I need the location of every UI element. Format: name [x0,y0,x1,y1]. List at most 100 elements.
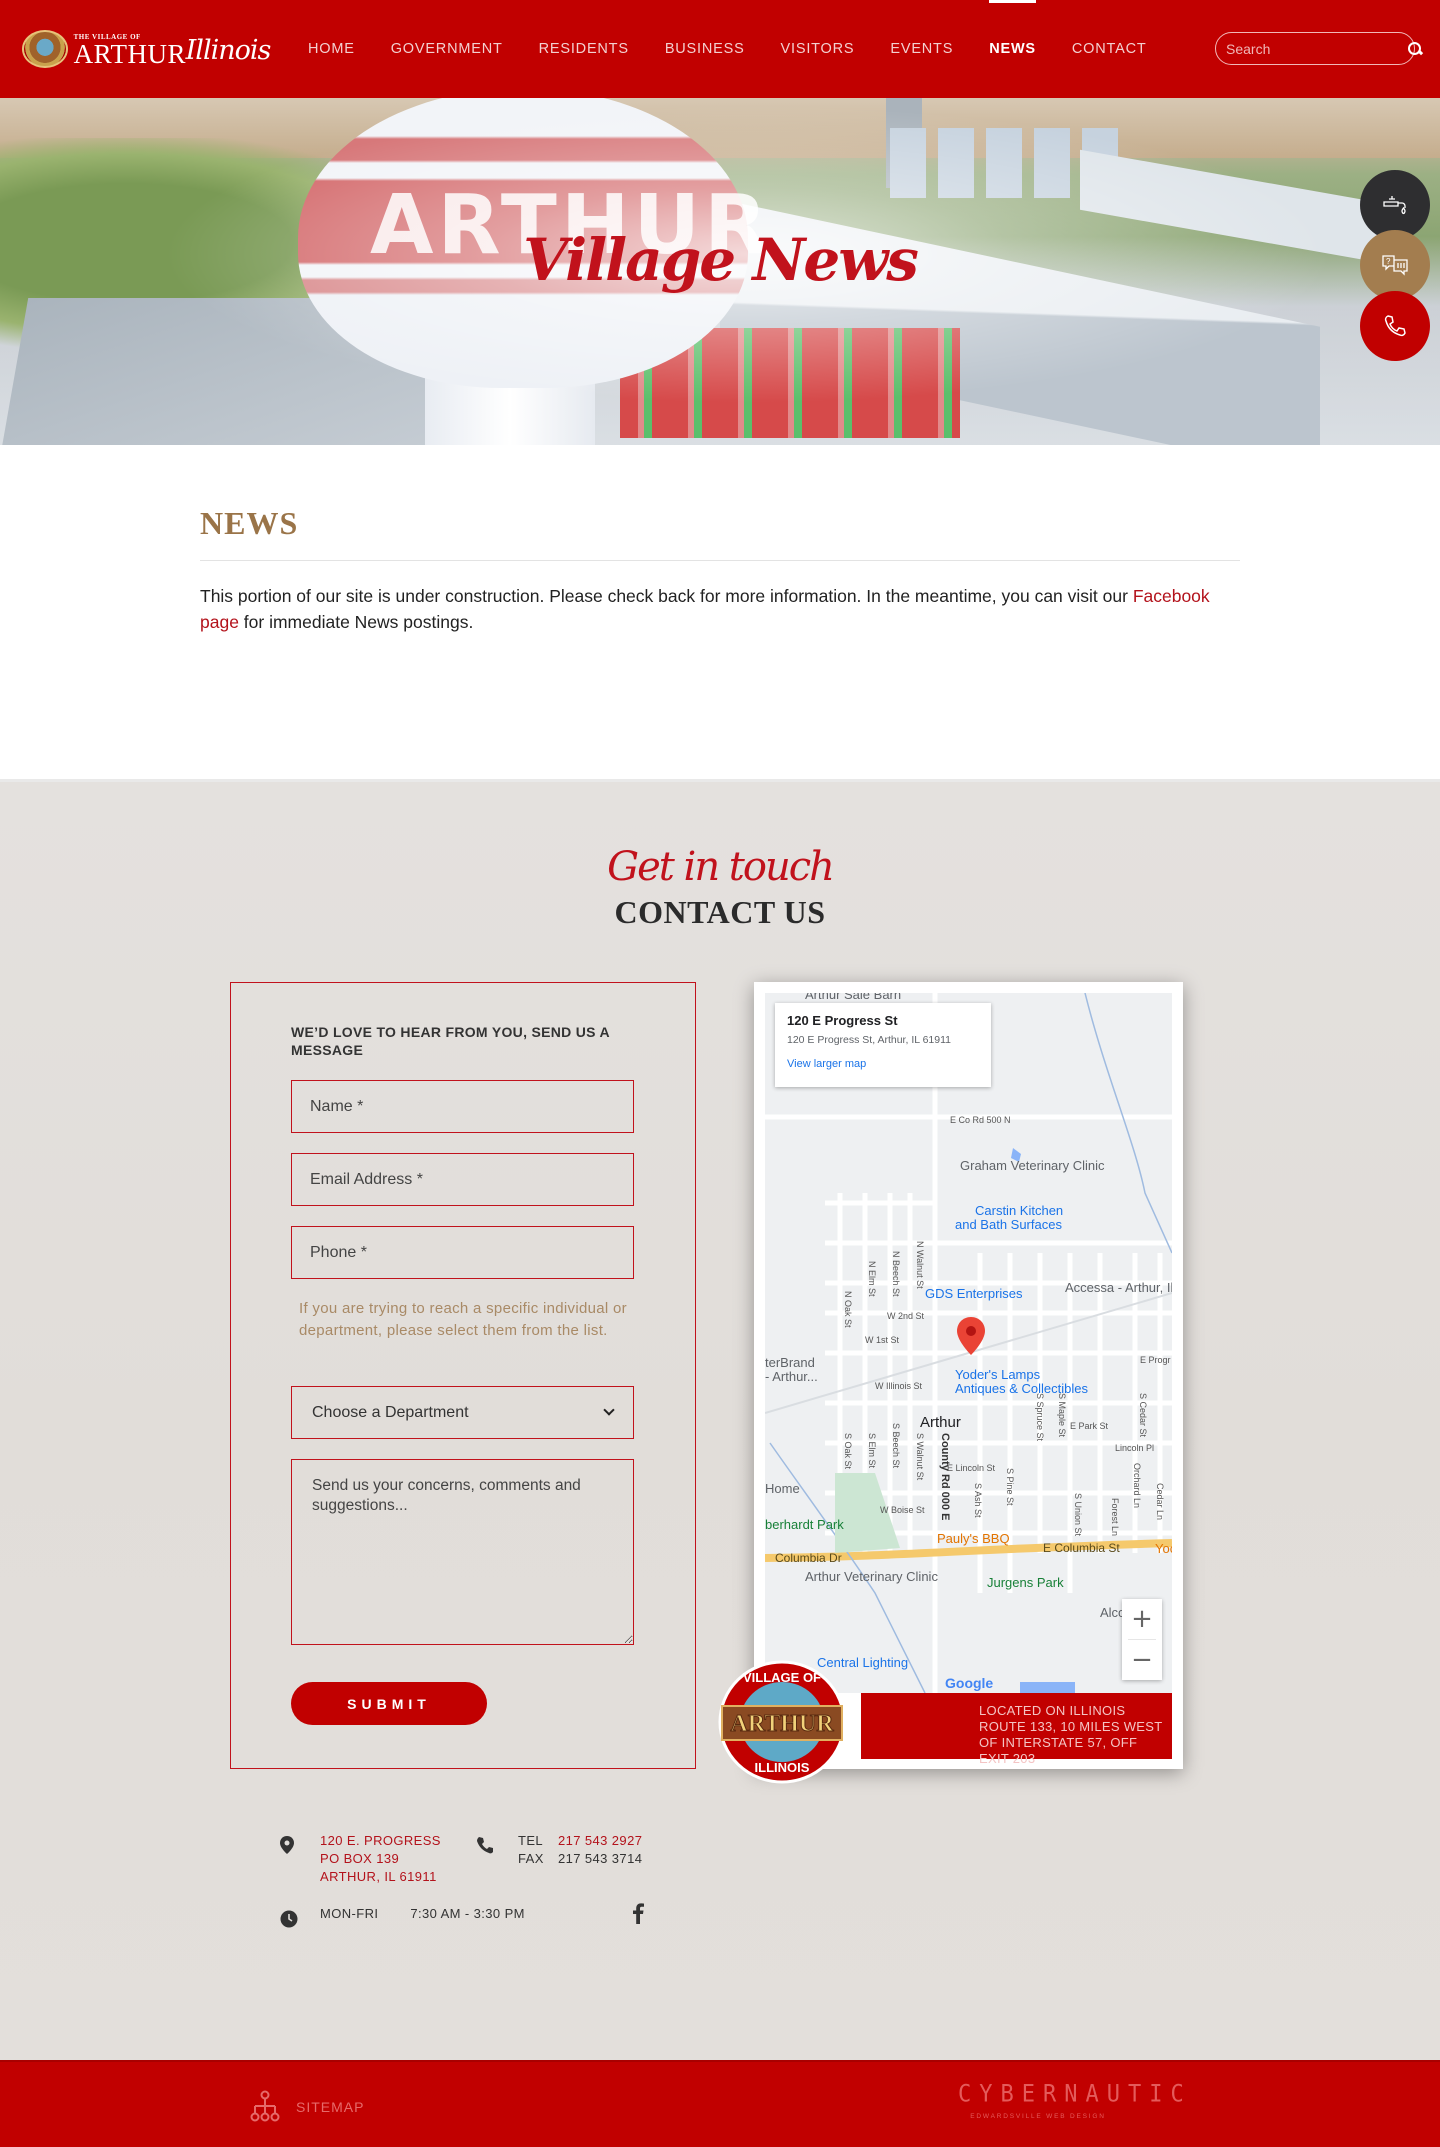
news-text-before: This portion of our site is under constr… [200,586,1133,606]
map-info-card: 120 E Progress St 120 E Progress St, Art… [775,1003,991,1087]
address-block: 120 E. PROGRESS PO BOX 139 ARTHUR, IL 61… [320,1832,441,1886]
map-place-title: 120 E Progress St [787,1013,898,1028]
map-label: Arthur Veterinary Clinic [805,1569,938,1584]
location-banner-text: LOCATED ON ILLINOIS ROUTE 133, 10 MILES … [979,1703,1163,1766]
clock-icon [280,1910,298,1928]
faq-button[interactable]: ? [1360,230,1430,300]
phone-icon [1384,315,1406,337]
phone-field[interactable] [291,1226,634,1279]
map-label: - Arthur... [765,1369,818,1384]
nav-events[interactable]: EVENTS [872,0,971,98]
nav-home[interactable]: HOME [290,0,373,98]
message-field[interactable] [291,1459,634,1645]
fax-number: 217 543 3714 [558,1851,643,1866]
nav-contact[interactable]: CONTACT [1054,0,1165,98]
seal-top-text: VILLAGE OF [743,1670,821,1685]
map-place-address: 120 E Progress St, Arthur, IL 61911 [787,1034,952,1046]
map-label: berhardt Park [765,1517,844,1532]
zoom-out-button[interactable]: − [1122,1640,1162,1680]
facebook-icon [633,1903,644,1924]
tel-label: TEL [518,1833,544,1848]
sitemap-label: SITEMAP [296,2099,365,2115]
map-label: W Illinois St [875,1381,923,1391]
hours-days: MON-FRI [320,1906,379,1921]
search-input[interactable] [1226,40,1407,57]
map-label: Orchard Ln [1132,1463,1142,1509]
seal-bottom-text: ILLINOIS [755,1760,810,1775]
seal-middle-text: ARTHUR [730,1711,834,1737]
map-label: W 2nd St [887,1311,925,1321]
map-label: Pauly's BBQ [937,1531,1010,1546]
map-label: S Spruce St [1035,1393,1045,1442]
map-label: E Park St [1070,1421,1109,1431]
view-larger-map-link[interactable]: View larger map [787,1058,979,1070]
map-label: Yoder's Lamps [955,1367,1041,1382]
map-label: Cedar Ln [1155,1483,1165,1521]
nav-news[interactable]: NEWS [971,0,1054,98]
web-designer-credit[interactable]: CYBERNAUTIC EDWARDSVILLE WEB DESIGN [958,2080,1192,2120]
credit-name: CYBERNAUTIC [958,2080,1192,2109]
map-label: W Boise St [880,1505,925,1515]
main-nav: HOME GOVERNMENT RESIDENTS BUSINESS VISIT… [290,0,1165,98]
nav-residents[interactable]: RESIDENTS [521,0,647,98]
tel-number-link[interactable]: 217 543 2927 [558,1833,642,1848]
sitemap-icon [250,2090,280,2122]
credit-subtitle: EDWARDSVILLE WEB DESIGN [970,2113,1106,2120]
contact-title: CONTACT US [614,894,826,930]
svg-text:?: ? [1386,257,1391,266]
location-pin-icon[interactable] [957,1317,985,1355]
fax-label: FAX [518,1851,544,1866]
phone-icon [477,1837,493,1854]
address-line: PO BOX 139 [320,1851,400,1866]
map-label: S Oak St [843,1433,853,1470]
map-label: S Beech St [891,1423,901,1469]
hours-block: MON-FRI 7:30 AM - 3:30 PM [320,1906,525,1921]
chevron-down-icon [603,1403,615,1416]
address-line: 120 E. PROGRESS [320,1833,441,1848]
site-header: THE VILLAGE OF ARTHUR Illinois HOME GOVE… [0,0,1440,98]
form-heading: WE’D LOVE TO HEAR FROM YOU, SEND US A ME… [291,1024,610,1058]
map-label: Graham Veterinary Clinic [960,1158,1105,1173]
google-map[interactable]: Arthur Sale Barn E Co Rd 500 N Graham Ve… [765,993,1172,1693]
map-label: Arthur [920,1414,961,1431]
map-label: S Walnut St [915,1433,925,1481]
map-label: S Maple St [1057,1393,1067,1438]
map-label: County Rd 000 E [939,1433,951,1521]
contact-section: Get in touch CONTACT US WE’D LOVE TO HEA… [0,779,1440,2060]
news-section: NEWS This portion of our site is under c… [200,505,1240,635]
submit-button[interactable]: SUBMIT [291,1682,487,1725]
map-label: S Elm St [867,1433,877,1469]
logo-text: THE VILLAGE OF ARTHUR Illinois [74,29,272,69]
news-title: NEWS [200,505,299,541]
map-label: Yoc [1155,1541,1172,1556]
contact-form: WE’D LOVE TO HEAR FROM YOU, SEND US A ME… [230,982,696,1769]
name-field[interactable] [291,1080,634,1133]
call-button[interactable] [1360,291,1430,361]
zoom-in-button[interactable]: + [1122,1599,1162,1639]
village-seal-icon [22,30,68,68]
water-faucet-icon [1383,196,1406,215]
map-label: E Lincoln St [947,1463,996,1473]
site-logo[interactable]: THE VILLAGE OF ARTHUR Illinois [22,24,272,74]
site-footer: SITEMAP CYBERNAUTIC EDWARDSVILLE WEB DES… [0,2060,1440,2147]
map-label: Arthur Sale Barn [805,993,902,1002]
facebook-link[interactable] [630,1902,646,1924]
hero-banner: ARTHUR Village News [0,98,1440,445]
nav-business[interactable]: BUSINESS [647,0,763,98]
department-select[interactable]: Choose a Department [291,1386,634,1439]
email-field[interactable] [291,1153,634,1206]
address-line: ARTHUR, IL 61911 [320,1869,437,1884]
map-label: N Beech St [891,1251,901,1297]
divider [200,560,1240,561]
news-text-after: for immediate News postings. [238,612,474,632]
map-label: N Walnut St [915,1241,925,1289]
phone-block: TEL 217 543 2927 FAX 217 543 3714 [518,1832,642,1868]
village-seal-icon: ARTHUR VILLAGE OF ILLINOIS [718,1660,846,1784]
map-label: W 1st St [865,1335,900,1345]
nav-government[interactable]: GOVERNMENT [373,0,521,98]
news-body: This portion of our site is under constr… [200,583,1240,635]
location-banner: LOCATED ON ILLINOIS ROUTE 133, 10 MILES … [861,1693,1172,1766]
hours-time: 7:30 AM - 3:30 PM [410,1906,525,1921]
sitemap-link[interactable]: SITEMAP [250,2090,364,2124]
nav-visitors[interactable]: VISITORS [763,0,873,98]
